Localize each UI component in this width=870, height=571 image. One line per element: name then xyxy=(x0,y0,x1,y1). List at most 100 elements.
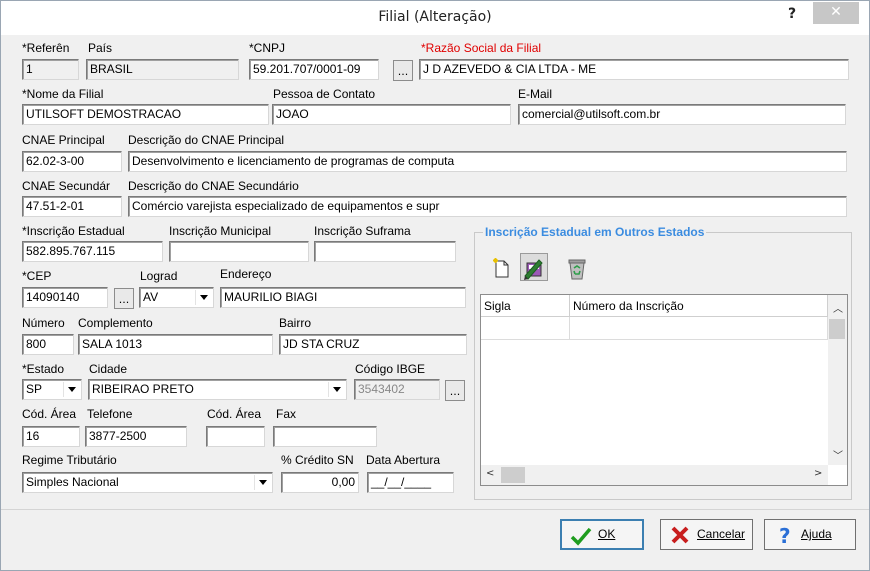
label-lograd: Lograd xyxy=(140,269,178,283)
razao-social-field[interactable]: J D AZEVEDO & CIA LTDA - ME xyxy=(419,59,849,80)
cidade-value: RIBEIRAO PRETO xyxy=(92,382,194,396)
vertical-scrollbar[interactable]: ︿ ﹀ xyxy=(828,295,847,465)
horizontal-scroll-thumb[interactable] xyxy=(501,467,525,483)
ok-button[interactable]: OK xyxy=(560,519,644,550)
fax-field[interactable] xyxy=(273,426,377,447)
pessoa-contato-field[interactable]: JOAO xyxy=(272,104,511,125)
label-inscricao-municipal: Inscrição Municipal xyxy=(169,224,272,238)
cep-lookup-button[interactable]: ... xyxy=(114,288,134,309)
codigo-ibge-field[interactable]: 3543402 xyxy=(354,379,440,400)
vertical-scroll-thumb[interactable] xyxy=(829,319,845,339)
cancel-button[interactable]: Cancelar xyxy=(660,519,753,550)
recycle-bin-icon[interactable] xyxy=(563,255,591,283)
cidade-select[interactable]: RIBEIRAO PRETO xyxy=(88,379,347,400)
label-desc-cnae-principal: Descrição do CNAE Principal xyxy=(128,133,285,147)
label-email: E-Mail xyxy=(518,87,553,101)
window-title: Filial (Alteração) xyxy=(378,9,492,25)
label-desc-cnae-secundario: Descrição do CNAE Secundário xyxy=(128,179,299,193)
ie-outros-estados-grid[interactable]: Sigla Número da Inscrição ︿ ﹀ < > xyxy=(480,294,848,486)
desc-cnae-secundario-field[interactable]: Comércio varejista especializado de equi… xyxy=(128,196,847,217)
pais-field[interactable]: BRASIL xyxy=(86,59,239,80)
inscricao-estadual-field[interactable]: 582.895.767.115 xyxy=(22,241,163,262)
title-bar: Filial (Alteração) ? ✕ xyxy=(1,1,869,35)
cod-area-fax-field[interactable] xyxy=(206,426,265,447)
nome-filial-field[interactable]: UTILSOFT DEMOSTRACAO xyxy=(22,104,269,125)
footer-separator xyxy=(1,509,869,510)
credito-sn-field[interactable]: 0,00 xyxy=(281,472,359,493)
logradouro-select[interactable]: AV xyxy=(139,287,214,308)
data-abertura-field[interactable]: __/__/____ xyxy=(367,472,454,493)
label-credito-sn: % Crédito SN xyxy=(281,453,354,467)
edit-icon[interactable] xyxy=(520,253,548,281)
ie-outros-estados-title: Inscrição Estadual em Outros Estados xyxy=(483,225,707,239)
label-inscricao-suframa: Inscrição Suframa xyxy=(314,224,411,238)
telefone-field[interactable]: 3877-2500 xyxy=(85,426,187,447)
ok-label: OK xyxy=(598,527,616,541)
grid-cell-sigla[interactable] xyxy=(481,317,570,340)
label-telefone: Telefone xyxy=(87,407,133,421)
column-header-numero-inscricao[interactable]: Número da Inscrição xyxy=(570,295,828,317)
dialog-window: Filial (Alteração) ? ✕ *Referên País *CN… xyxy=(0,0,870,571)
complemento-field[interactable]: SALA 1013 xyxy=(78,334,273,355)
label-numero: Número xyxy=(22,316,65,330)
scroll-right-icon[interactable]: > xyxy=(814,468,822,479)
cnae-secundario-field[interactable]: 47.51-2-01 xyxy=(22,196,122,217)
estado-select[interactable]: SP xyxy=(22,379,82,400)
label-pais: País xyxy=(88,41,113,55)
regime-value: Simples Nacional xyxy=(26,475,119,489)
estado-value: SP xyxy=(26,382,43,396)
label-cep: *CEP xyxy=(22,269,52,283)
label-cidade: Cidade xyxy=(89,362,128,376)
cancel-x-icon xyxy=(669,525,691,545)
endereco-field[interactable]: MAURILIO BIAGI xyxy=(220,287,466,308)
email-field[interactable]: comercial@utilsoft.com.br xyxy=(518,104,846,125)
numero-field[interactable]: 800 xyxy=(22,334,74,355)
help-button[interactable]: ? Ajuda xyxy=(764,519,856,550)
cancel-label: Cancelar xyxy=(697,527,746,541)
label-inscricao-estadual: *Inscrição Estadual xyxy=(22,224,125,238)
scroll-left-icon[interactable]: < xyxy=(486,468,494,479)
close-button[interactable]: ✕ xyxy=(813,2,859,24)
scroll-up-icon[interactable]: ︿ xyxy=(833,300,843,315)
referencia-field[interactable]: 1 xyxy=(22,59,79,80)
label-cnae-secundario: CNAE Secundár xyxy=(22,179,111,193)
horizontal-scrollbar[interactable]: < > xyxy=(481,465,828,485)
cnpj-lookup-button[interactable]: ... xyxy=(393,60,413,81)
inscricao-municipal-field[interactable] xyxy=(169,241,309,262)
cep-field[interactable]: 14090140 xyxy=(22,287,108,308)
chevron-down-icon[interactable] xyxy=(63,382,79,397)
help-title-button[interactable]: ? xyxy=(781,5,803,25)
chevron-down-icon[interactable] xyxy=(195,290,211,305)
label-cnae-principal: CNAE Principal xyxy=(22,133,105,147)
chevron-down-icon[interactable] xyxy=(328,382,344,397)
label-data-abertura: Data Abertura xyxy=(366,453,441,467)
cnpj-field[interactable]: 59.201.707/0001-09 xyxy=(249,59,379,80)
label-nome-filial: *Nome da Filial xyxy=(22,87,104,101)
label-fax: Fax xyxy=(276,407,297,421)
cod-area-field[interactable]: 16 xyxy=(22,426,80,447)
label-codigo-ibge: Código IBGE xyxy=(355,362,426,376)
help-question-icon: ? xyxy=(773,524,795,548)
bairro-field[interactable]: JD STA CRUZ xyxy=(279,334,467,355)
new-document-icon[interactable] xyxy=(488,255,516,283)
grid-cell-numero[interactable] xyxy=(570,317,828,340)
inscricao-suframa-field[interactable] xyxy=(314,241,456,262)
label-complemento: Complemento xyxy=(78,316,153,330)
label-endereco: Endereço xyxy=(220,267,272,281)
ibge-lookup-button[interactable]: ... xyxy=(445,380,465,401)
checkmark-icon xyxy=(570,526,592,546)
label-bairro: Bairro xyxy=(279,316,312,330)
scroll-down-icon[interactable]: ﹀ xyxy=(833,447,843,462)
chevron-down-icon[interactable] xyxy=(254,475,270,490)
regime-tributario-select[interactable]: Simples Nacional xyxy=(22,472,273,493)
label-razao-social: *Razão Social da Filial xyxy=(421,41,542,55)
cnae-principal-field[interactable]: 62.02-3-00 xyxy=(22,151,122,172)
label-cod-area: Cód. Área xyxy=(22,407,77,421)
column-header-sigla[interactable]: Sigla xyxy=(481,295,570,317)
label-cnpj: *CNPJ xyxy=(249,41,286,55)
desc-cnae-principal-field[interactable]: Desenvolvimento e licenciamento de progr… xyxy=(128,151,847,172)
svg-text:?: ? xyxy=(779,525,791,545)
logradouro-value: AV xyxy=(143,290,159,304)
label-pessoa-contato: Pessoa de Contato xyxy=(273,87,376,101)
help-label: Ajuda xyxy=(801,527,832,541)
